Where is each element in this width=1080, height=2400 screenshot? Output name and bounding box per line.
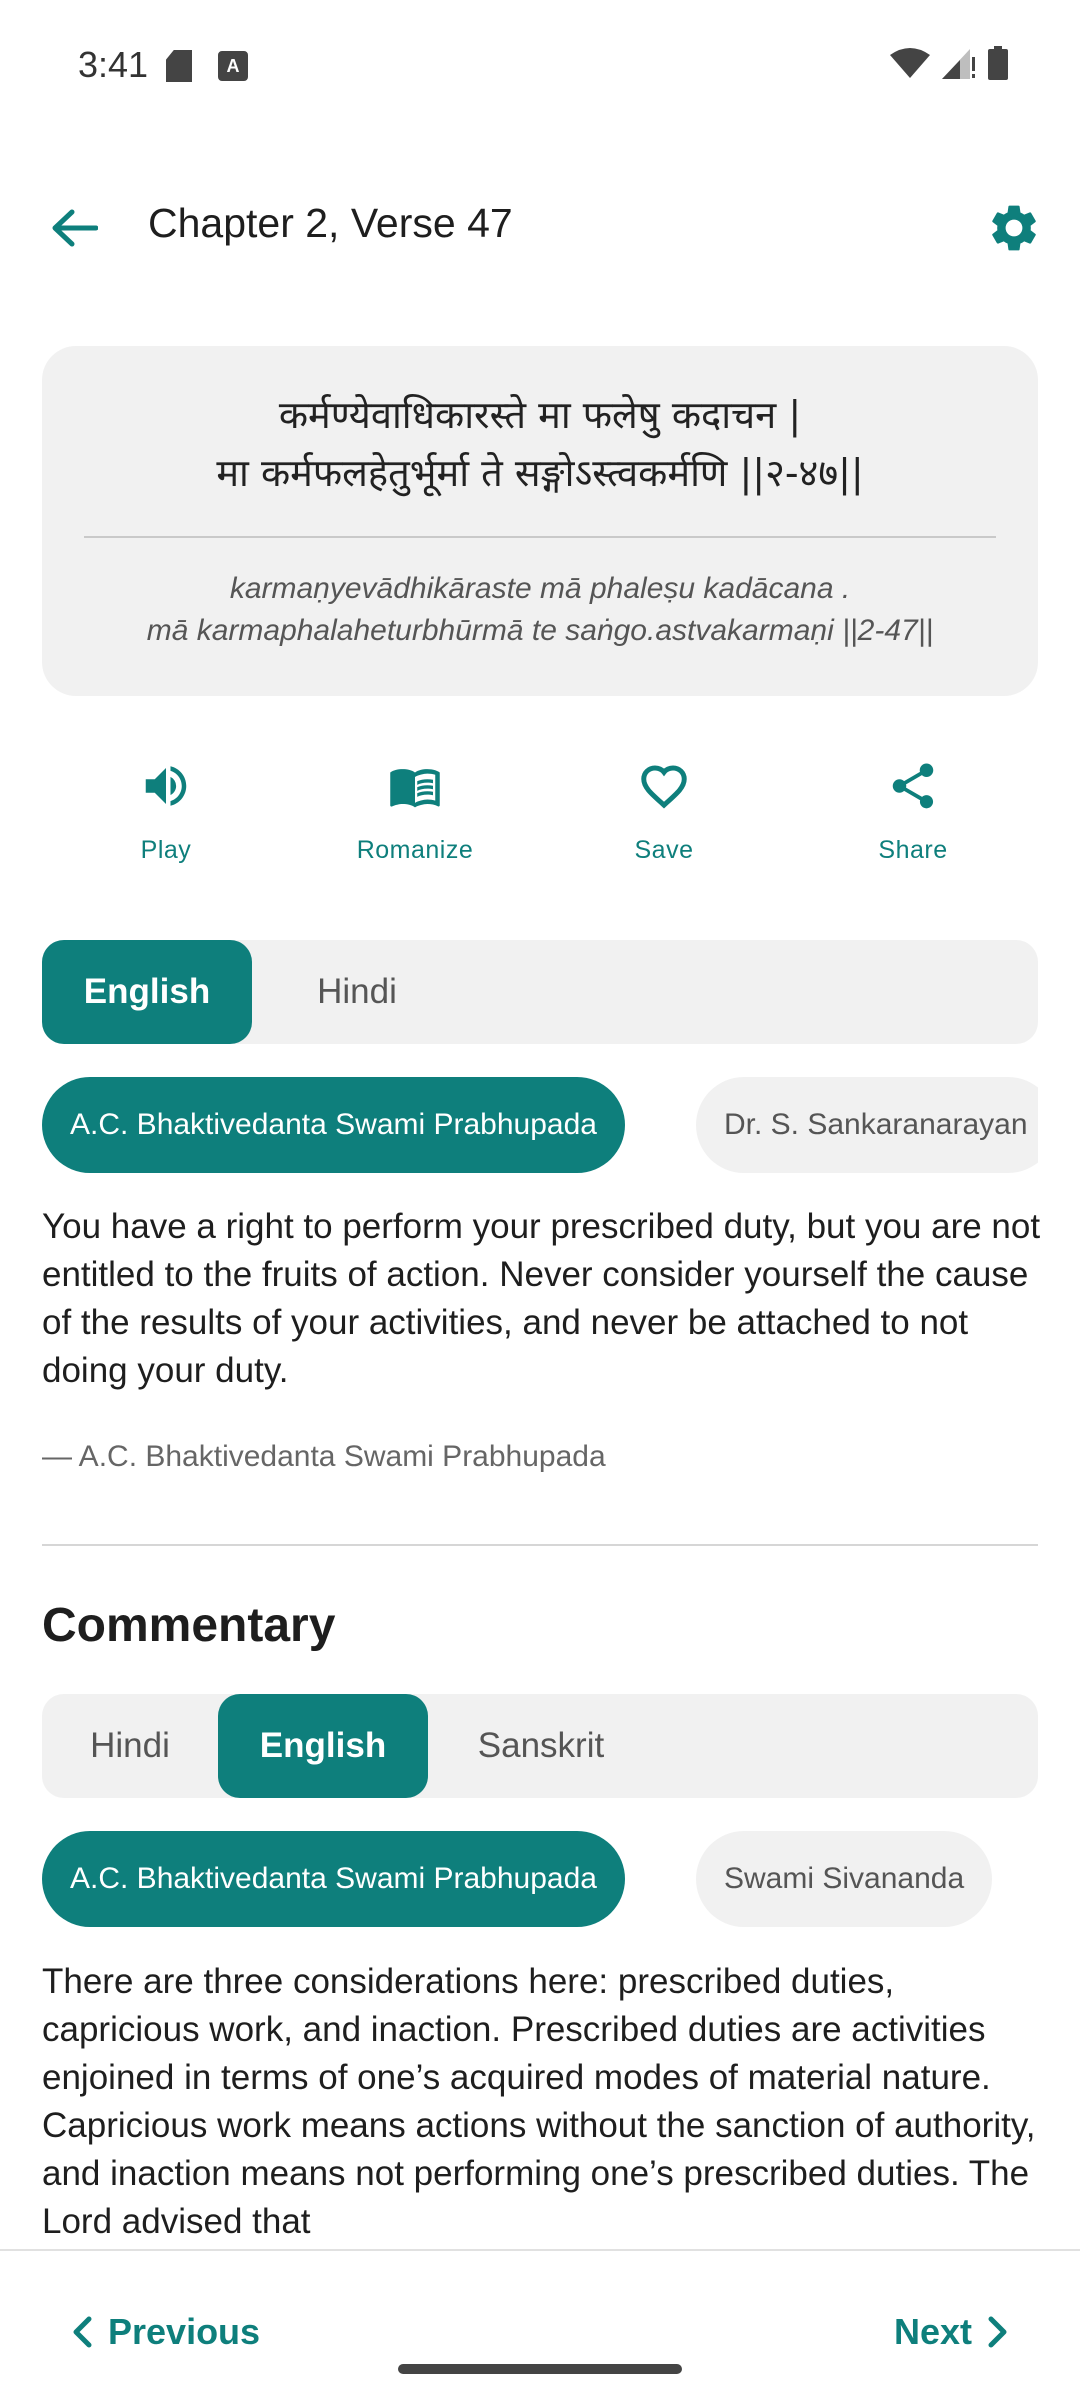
chip-commentary-prabhupada[interactable]: A.C. Bhaktivedanta Swami Prabhupada (42, 1831, 625, 1927)
save-label: Save (634, 836, 694, 864)
sanskrit-line-2: मा कर्मफलहेतुर्भूर्मा ते सङ्गोऽस्त्वकर्म… (216, 451, 864, 495)
commentary-language-tabs: Hindi English Sanskrit (42, 1694, 1038, 1798)
translation-language-tabs: English Hindi (42, 940, 1038, 1044)
chip-author-sankaranarayan[interactable]: Dr. S. Sankaranarayan (696, 1077, 1038, 1173)
sanskrit-verse: कर्मण्येवाधिकारस्ते मा फलेषु कदाचन | मा … (42, 386, 1038, 502)
share-icon (892, 763, 934, 809)
text-a-icon: A (218, 51, 248, 81)
commentary-tab-sanskrit[interactable]: Sanskrit (428, 1694, 654, 1798)
save-button[interactable]: Save (564, 750, 764, 865)
sanskrit-line-1: कर्मण्येवाधिकारस्ते मा फलेषु कदाचन | (278, 393, 802, 437)
next-button[interactable]: Next (894, 2311, 1010, 2353)
sd-card-icon (166, 50, 192, 82)
chevron-left-icon (73, 2316, 92, 2348)
previous-label: Previous (108, 2311, 261, 2352)
status-time: 3:41 (78, 44, 149, 85)
battery-icon (988, 46, 1008, 80)
section-divider (42, 1544, 1038, 1546)
translation-author-chips: A.C. Bhaktivedanta Swami Prabhupada Dr. … (42, 1077, 1038, 1173)
settings-button[interactable] (978, 192, 1050, 264)
commentary-text: There are three considerations here: pre… (42, 1962, 1036, 2241)
status-notification-icons: A (166, 50, 248, 82)
share-button[interactable]: Share (813, 750, 1013, 865)
verse-divider (84, 536, 996, 538)
chip-commentary-sivananda[interactable]: Swami Sivananda (696, 1831, 993, 1927)
gear-icon (992, 205, 1036, 251)
status-bar: 3:41 A (0, 0, 1080, 130)
wifi-icon (890, 48, 930, 78)
translit-line-2: mā karmaphalaheturbhūrmā te saṅgo.astvak… (146, 614, 934, 647)
chip-author-prabhupada[interactable]: A.C. Bhaktivedanta Swami Prabhupada (42, 1077, 625, 1173)
previous-button[interactable]: Previous (70, 2311, 260, 2353)
commentary-heading: Commentary (42, 1599, 336, 1652)
commentary-tab-english[interactable]: English (218, 1694, 428, 1798)
action-row: Play Romanize Save Share (0, 750, 1080, 880)
app-bar: Chapter 2, Verse 47 (0, 180, 1080, 280)
back-button[interactable] (42, 196, 106, 260)
arrow-left-icon (52, 209, 98, 247)
tab-english[interactable]: English (42, 940, 252, 1044)
signal-icon (942, 49, 975, 79)
heart-icon (641, 765, 687, 809)
transliteration: karmaṇyevādhikāraste mā phaleṣu kadācana… (42, 568, 1038, 652)
play-label: Play (140, 836, 192, 864)
translit-line-1: karmaṇyevādhikāraste mā phaleṣu kadācana… (229, 572, 851, 605)
tab-hindi[interactable]: Hindi (252, 940, 462, 1044)
status-system-icons (890, 46, 1008, 80)
romanize-button[interactable]: Romanize (315, 750, 515, 865)
page-title: Chapter 2, Verse 47 (148, 200, 513, 246)
home-indicator[interactable] (398, 2364, 682, 2374)
chevron-right-icon (988, 2316, 1007, 2348)
translation-text: You have a right to perform your prescri… (42, 1207, 1041, 1390)
play-button[interactable]: Play (66, 750, 266, 865)
share-label: Share (878, 836, 948, 864)
speaker-icon (145, 766, 187, 806)
commentary-author-chips: A.C. Bhaktivedanta Swami Prabhupada Swam… (42, 1831, 1038, 1927)
commentary-tab-hindi[interactable]: Hindi (42, 1694, 218, 1798)
romanize-label: Romanize (356, 836, 474, 864)
next-label: Next (893, 2311, 972, 2352)
bottom-navigation: Previous Next (0, 2249, 1080, 2400)
translation-attribution: — A.C. Bhaktivedanta Swami Prabhupada (42, 1440, 606, 1473)
book-open-icon (390, 769, 440, 808)
verse-card: कर्मण्येवाधिकारस्ते मा फलेषु कदाचन | मा … (42, 346, 1038, 696)
